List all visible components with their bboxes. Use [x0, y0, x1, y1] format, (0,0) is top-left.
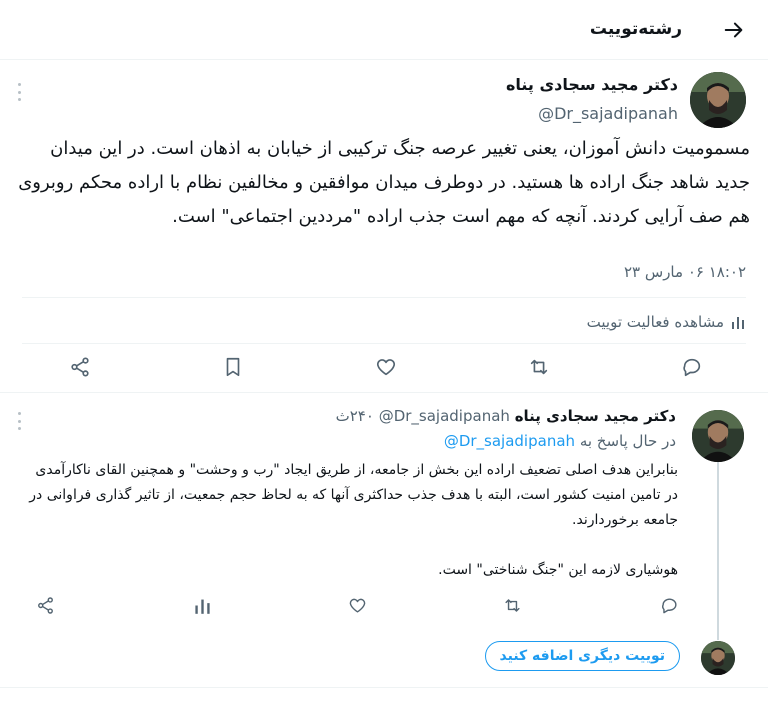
share-icon [71, 357, 89, 377]
retweet-icon [530, 359, 548, 375]
view-activity-link[interactable]: مشاهده فعالیت توییت [587, 313, 746, 331]
back-button[interactable] [720, 16, 748, 44]
like-button[interactable] [345, 593, 369, 617]
more-options-icon[interactable] [16, 412, 22, 430]
views-icon [194, 599, 210, 614]
add-another-tweet-button[interactable]: توییت دیگری اضافه کنید [484, 641, 680, 671]
tweet-paragraph: هوشیاری لازمه این "جنگ شناختی" است. [438, 562, 678, 578]
bookmark-icon [226, 357, 240, 377]
tweet-action-bar [0, 355, 768, 383]
tweet-action-bar [0, 593, 768, 621]
avatar[interactable] [692, 410, 744, 462]
retweet-icon [504, 598, 520, 612]
like-button[interactable] [374, 355, 398, 379]
reply-header: دکتر مجید سجادی پناه @Dr_sajadipanah ۲۴۰… [336, 407, 676, 425]
top-bar: رشته‌توییت [0, 0, 768, 60]
view-activity-label: مشاهده فعالیت توییت [586, 313, 724, 331]
tweet-text: بنابراین هدف اصلی تضعیف اراده این بخش از… [28, 458, 678, 608]
replying-to: در حال پاسخ به @Dr_sajadipanah [444, 432, 676, 450]
tweet-paragraph: بنابراین هدف اصلی تضعیف اراده این بخش از… [29, 462, 678, 528]
author-name[interactable]: دکتر مجید سجادی پناه [506, 75, 678, 94]
share-icon [37, 596, 53, 614]
author-handle[interactable]: @Dr_sajadipanah [379, 407, 510, 425]
reply-tweet[interactable]: دکتر مجید سجادی پناه @Dr_sajadipanah ۲۴۰… [0, 393, 768, 633]
reply-button[interactable] [680, 355, 704, 379]
avatar[interactable] [690, 72, 746, 128]
avatar [701, 641, 735, 675]
views-button[interactable] [190, 593, 214, 617]
reply-icon [683, 358, 701, 377]
arrow-right-icon [724, 22, 743, 38]
share-button[interactable] [68, 355, 92, 379]
more-options-icon[interactable] [16, 83, 22, 101]
author-handle[interactable]: @Dr_sajadipanah [538, 104, 678, 123]
analytics-icon [732, 317, 744, 329]
divider [22, 343, 746, 344]
like-icon [349, 598, 365, 613]
retweet-button[interactable] [527, 355, 551, 379]
tweet-time[interactable]: ۲۴۰ث [336, 407, 374, 425]
main-tweet: دکتر مجید سجادی پناه @Dr_sajadipanah مسم… [0, 60, 768, 393]
bookmark-button[interactable] [221, 355, 245, 379]
author-name[interactable]: دکتر مجید سجادی پناه [515, 407, 676, 425]
reply-icon [661, 597, 677, 613]
retweet-button[interactable] [500, 593, 524, 617]
replying-to-label: در حال پاسخ به [579, 432, 676, 450]
add-tweet-row: توییت دیگری اضافه کنید [0, 633, 768, 688]
page-title: رشته‌توییت [589, 19, 682, 39]
tweet-text: مسمومیت دانش آموزان، یعنی تغییر عرصه جنگ… [18, 138, 750, 227]
like-icon [376, 359, 396, 376]
share-button[interactable] [33, 593, 57, 617]
tweet-timestamp[interactable]: ۱۸:۰۲ ۰۶ مارس ۲۳ [624, 263, 746, 281]
divider [22, 297, 746, 298]
reply-button[interactable] [657, 593, 681, 617]
mention-link[interactable]: @Dr_sajadipanah [444, 432, 575, 450]
